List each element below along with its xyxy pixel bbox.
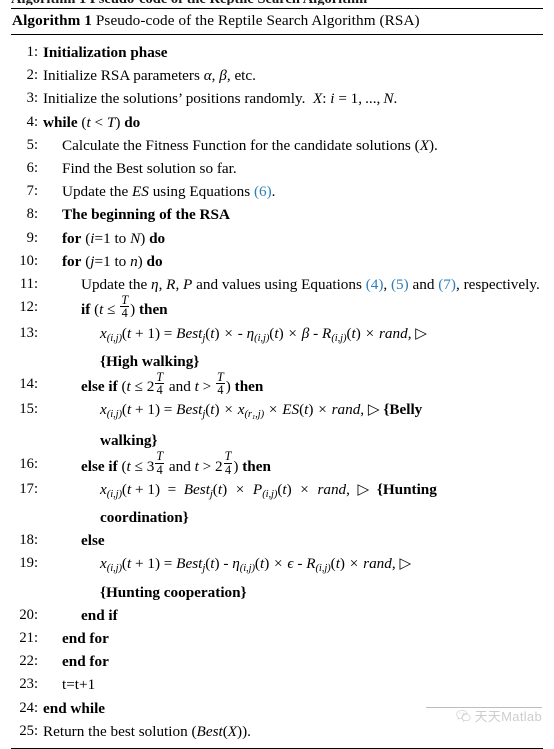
line-number: 17: — [19, 480, 38, 497]
line-text: while (t < T) do — [43, 113, 141, 131]
algorithm-line: 2: Initialize RSA parameters α, β, etc. — [11, 64, 543, 87]
equation-reference-6[interactable]: (6) — [254, 183, 272, 200]
line-text: Initialize the solutions’ positions rand… — [43, 90, 398, 108]
line-text: end for — [62, 630, 109, 648]
algorithm-line: 4: while (t < T) do — [11, 111, 543, 134]
algorithm-line: 21: end for — [11, 627, 543, 650]
line-number: 21: — [19, 630, 38, 647]
line-text: x(i,j)(t + 1) = Bestj(t) - η(i,j)(t) × ϵ… — [43, 552, 543, 603]
line-text: t=t+1 — [62, 676, 96, 694]
algorithm-line: 22: end for — [11, 650, 543, 673]
cut-off-header-text: Algorithm 1 Pseudo-code of the Reptile S… — [11, 0, 511, 5]
line-number: 19: — [19, 555, 38, 572]
line-text: Calculate the Fitness Function for the c… — [62, 136, 438, 154]
line-text: end if — [81, 606, 118, 624]
watermark: 天天Matlab — [455, 706, 542, 725]
line-text: The beginning of the RSA — [62, 206, 230, 224]
algorithm-line: 11: Update the η, R, P and values using … — [11, 273, 543, 296]
algorithm-title-text: Pseudo-code of the Reptile Search Algori… — [95, 12, 420, 29]
algorithm-line: 10: for (j=1 to n) do — [11, 250, 543, 273]
line-comment-continuation: walking} — [100, 432, 158, 450]
algorithm-line: 5: Calculate the Fitness Function for th… — [11, 134, 543, 157]
algorithm-line: 12: if (t ≤ T 4) then — [11, 293, 543, 321]
line-text: end for — [62, 653, 109, 671]
algorithm-block: Algorithm 1 Pseudo-code of the Reptile S… — [11, 8, 543, 749]
line-number: 14: — [19, 375, 38, 392]
algorithm-line: 13: x(i,j)(t + 1) = Bestj(t) × - η(i,j)(… — [11, 322, 543, 373]
line-text: for (i=1 to N) do — [62, 229, 166, 247]
line-comment: {Hunting cooperation} — [100, 583, 247, 601]
line-number: 7: — [26, 183, 38, 200]
line-number: 18: — [19, 532, 38, 549]
line-text: else — [81, 532, 105, 550]
algorithm-line: 23: t=t+1 — [11, 673, 543, 696]
equation-reference-4[interactable]: (4) — [366, 276, 384, 293]
line-number: 20: — [19, 606, 38, 623]
algorithm-line: 15: x(i,j)(t + 1) = Bestj(t) × x(r1,j) ×… — [11, 398, 543, 452]
line-text: if (t ≤ T 4) then — [81, 293, 168, 321]
line-text: Find the Best solution so far. — [62, 160, 237, 178]
line-text: x(i,j)(t + 1) = Bestj(t) × - η(i,j)(t) ×… — [43, 322, 543, 373]
line-text: x(i,j)(t + 1) = Bestj(t) × x(r1,j) × ES(… — [43, 398, 543, 452]
line-number: 3: — [26, 90, 38, 107]
line-comment-continuation: coordination} — [100, 509, 189, 527]
algorithm-line: 8: The beginning of the RSA — [11, 203, 543, 226]
line-text: Initialize RSA parameters α, β, etc. — [43, 67, 256, 85]
line-number: 16: — [19, 455, 38, 472]
line-number: 24: — [19, 699, 38, 716]
line-number: 15: — [19, 401, 38, 418]
line-text: else if (t ≤ 3T4 and t > 2 T 4) then — [81, 449, 271, 477]
equation-reference-5[interactable]: (5) — [391, 276, 409, 293]
line-number: 11: — [19, 276, 38, 293]
line-number: 23: — [19, 676, 38, 693]
algorithm-line: 20: end if — [11, 604, 543, 627]
line-text: end while — [43, 699, 106, 717]
line-comment: {High walking} — [100, 352, 200, 370]
line-number: 5: — [26, 136, 38, 153]
algorithm-line: 14: else if (t ≤ 2T4 and t > T 4) then — [11, 369, 543, 398]
algorithm-line: 9: for (i=1 to N) do — [11, 227, 543, 250]
line-text: Initialization phase — [43, 44, 168, 61]
watermark-text: 天天Matlab — [474, 709, 542, 724]
line-number: 2: — [26, 67, 38, 84]
algorithm-line: 6: Find the Best solution so far. — [11, 157, 543, 180]
line-number: 4: — [26, 113, 38, 130]
line-number: 6: — [26, 160, 38, 177]
algorithm-line: 16: else if (t ≤ 3T4 and t > 2 T 4) then — [11, 449, 543, 478]
algorithm-line: 1: Initialization phase — [11, 41, 543, 64]
line-number: 8: — [26, 206, 38, 223]
line-number: 1: — [26, 44, 38, 60]
algorithm-line: 17: x(i,j)(t + 1) = Bestj(t) × P(i,j)(t)… — [11, 478, 543, 529]
algorithm-label: Algorithm 1 — [12, 12, 92, 29]
algorithm-line: 3: Initialize the solutions’ positions r… — [11, 87, 543, 110]
line-number: 12: — [19, 299, 38, 316]
line-text: Update the ES using Equations (6). — [62, 183, 276, 201]
algorithm-line: 7: Update the ES using Equations (6). — [11, 180, 543, 203]
line-number: 10: — [19, 252, 38, 269]
line-text: x(i,j)(t + 1) = Bestj(t) × P(i,j)(t) × r… — [43, 478, 543, 529]
line-text: else if (t ≤ 2T4 and t > T 4) then — [81, 369, 264, 397]
wechat-icon — [455, 709, 471, 722]
algorithm-title-line: Algorithm 1 Pseudo-code of the Reptile S… — [11, 9, 543, 34]
line-text: for (j=1 to n) do — [62, 252, 163, 270]
line-number: 25: — [19, 722, 38, 739]
line-number: 22: — [19, 653, 38, 670]
line-number: 13: — [19, 324, 38, 341]
algorithm-line: 18: else — [11, 529, 543, 552]
line-text: Update the η, R, P and values using Equa… — [81, 276, 540, 294]
line-number: 9: — [26, 229, 38, 246]
equation-reference-7[interactable]: (7) — [438, 276, 456, 293]
algorithm-line: 19: x(i,j)(t + 1) = Bestj(t) - η(i,j)(t)… — [11, 552, 543, 603]
algorithm-body: 1: Initialization phase 2: Initialize RS… — [11, 35, 543, 748]
